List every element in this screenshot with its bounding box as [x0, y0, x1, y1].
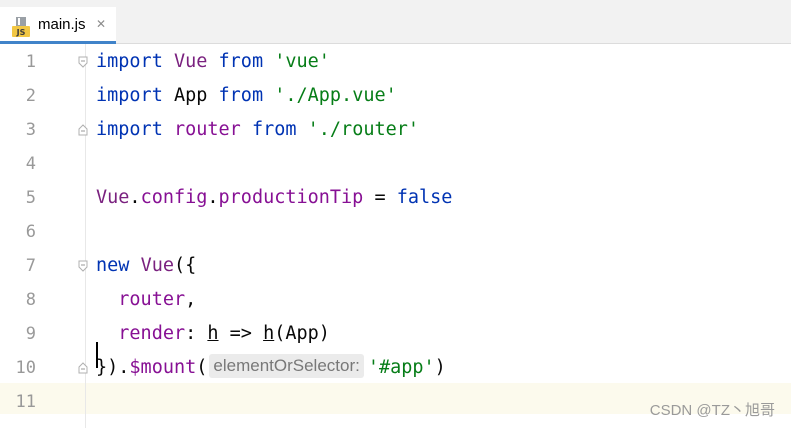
operator: => [218, 323, 264, 344]
keyword: false [396, 187, 453, 208]
watermark: CSDN @TZ丶旭哥 [649, 402, 775, 419]
line-number-gutter: 1 2 3 4 5 6 7 8 9 10 11 [0, 44, 88, 428]
parameter: h [207, 323, 219, 344]
editor-tab-bar: JS main.js ✕ [0, 0, 791, 44]
line-number: 1 [25, 52, 36, 72]
string-literal: './router' [307, 119, 420, 140]
function-call: h [263, 323, 275, 344]
punctuation: ) [434, 357, 446, 378]
punctuation: ({ [173, 255, 197, 276]
punctuation: }). [96, 357, 130, 378]
line-number: 8 [25, 290, 36, 310]
tab-main-js[interactable]: JS main.js ✕ [0, 7, 116, 44]
method-name: $mount [129, 357, 197, 378]
code-line-9: render: h => h(App) [96, 317, 330, 351]
code-line-2: import App from './App.vue' [96, 79, 397, 113]
string-literal: './App.vue' [274, 85, 397, 106]
code-area[interactable]: import Vue from 'vue' import App from '.… [86, 44, 791, 428]
code-line-3: import router from './router' [96, 113, 419, 147]
text-caret [96, 342, 98, 368]
keyword: import [96, 51, 163, 72]
code-line-10: }).$mount(elementOrSelector: '#app') [96, 351, 446, 385]
line-number: 2 [25, 86, 36, 106]
property: render [118, 323, 186, 344]
property: productionTip [218, 187, 364, 208]
code-line-7: new Vue({ [96, 249, 196, 283]
tab-label: main.js [38, 16, 86, 33]
property: router [118, 289, 186, 310]
keyword: from [251, 119, 297, 140]
punctuation: . [207, 187, 219, 208]
javascript-file-icon: JS [12, 17, 30, 37]
keyword: import [96, 85, 163, 106]
code-line-8: router, [96, 283, 196, 317]
operator: = [363, 187, 397, 208]
identifier: Vue [173, 51, 208, 72]
code-editor[interactable]: 1 2 3 4 5 6 7 8 9 10 11 import Vue from … [0, 44, 791, 428]
js-icon-label: JS [16, 28, 26, 37]
punctuation: , [185, 289, 197, 310]
line-number: 7 [25, 256, 36, 276]
keyword: from [218, 51, 264, 72]
code-line-5: Vue.config.productionTip = false [96, 181, 452, 215]
parameter-hint: elementOrSelector: [209, 354, 364, 378]
identifier: App [173, 85, 208, 106]
keyword: new [96, 255, 130, 276]
arguments: (App) [274, 323, 330, 344]
property: config [140, 187, 208, 208]
line-number: 6 [25, 222, 36, 242]
identifier: router [173, 119, 241, 140]
keyword: import [96, 119, 163, 140]
line-number: 3 [25, 120, 36, 140]
identifier: Vue [140, 255, 174, 276]
punctuation: ( [196, 357, 208, 378]
punctuation: . [129, 187, 141, 208]
line-number: 9 [25, 324, 36, 344]
identifier: Vue [96, 187, 130, 208]
keyword: from [218, 85, 264, 106]
line-number: 10 [15, 358, 36, 378]
line-number: 11 [15, 392, 36, 412]
code-line-1: import Vue from 'vue' [96, 45, 330, 79]
line-number: 5 [25, 188, 36, 208]
punctuation: : [185, 323, 208, 344]
close-icon[interactable]: ✕ [96, 17, 106, 31]
string-literal: '#app' [367, 357, 435, 378]
line-number: 4 [25, 154, 36, 174]
string-literal: 'vue' [274, 51, 330, 72]
